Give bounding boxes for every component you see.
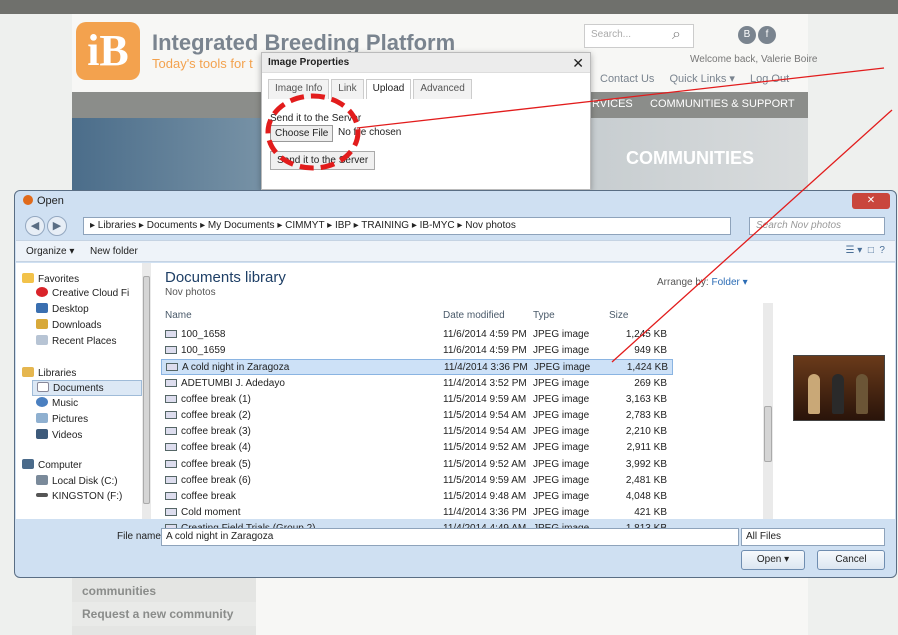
annotation-line bbox=[611, 109, 893, 363]
annotation-line bbox=[356, 67, 885, 129]
annotation-overlay bbox=[265, 67, 893, 363]
annotation-circle bbox=[265, 93, 361, 171]
